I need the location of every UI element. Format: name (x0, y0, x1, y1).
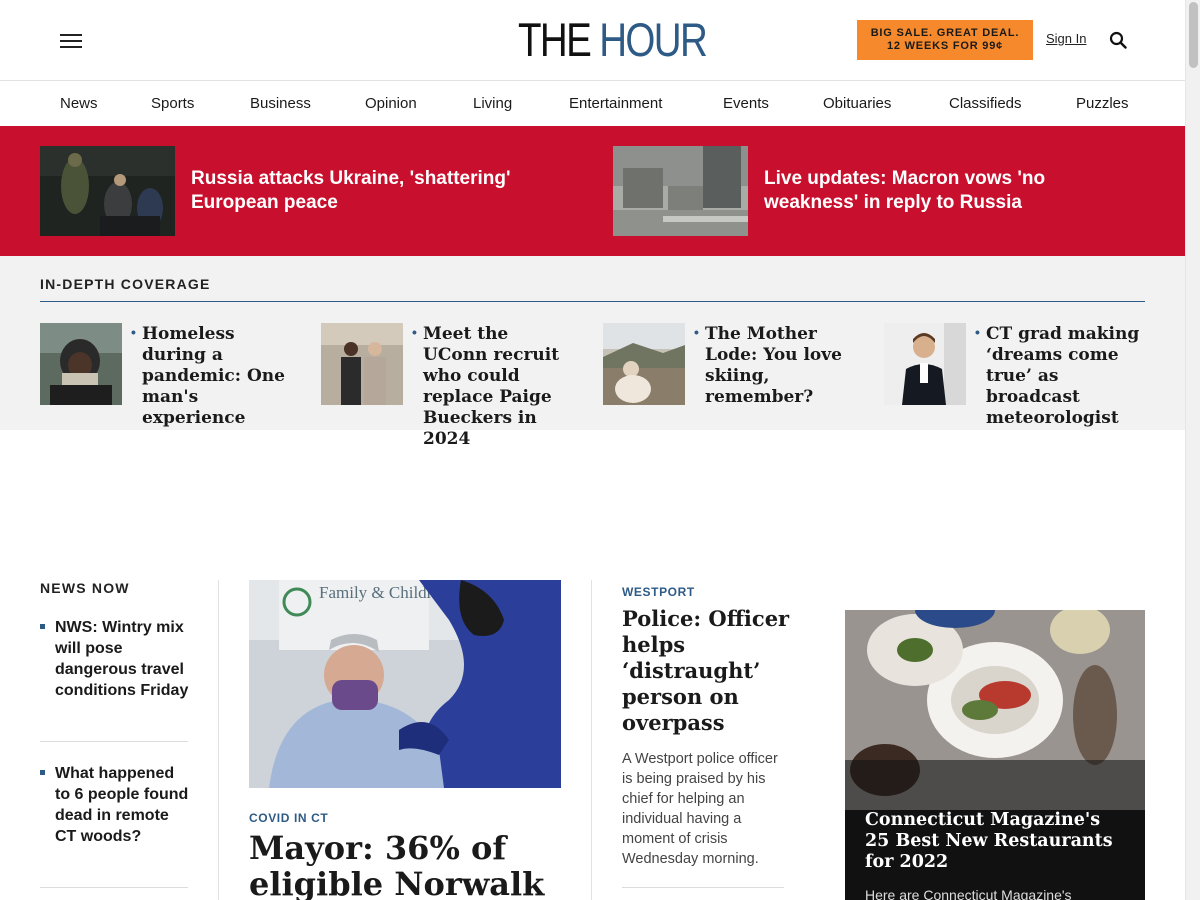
nav-item-puzzles[interactable]: Puzzles (1076, 95, 1129, 112)
in-depth-story-1-title: Homeless during a pandemic: One man's ex… (142, 324, 285, 428)
news-now-item[interactable]: NWS: Wintry mix will pose dangerous trav… (40, 617, 188, 727)
in-depth-story-1-image (40, 323, 122, 405)
nav-item-events[interactable]: Events (723, 95, 769, 112)
site-header: THE HOUR BIG SALE. GREAT DEAL. 12 WEEKS … (0, 0, 1185, 81)
breaking-story-2-image (613, 146, 748, 236)
news-now-item-title: What happened to 6 people found dead in … (55, 765, 189, 845)
ct-magazine-summary: Here are Connecticut Magazine's (865, 887, 1072, 900)
search-icon[interactable] (1109, 31, 1127, 49)
menu-icon[interactable] (60, 34, 82, 48)
news-now-item-title: NWS: Wintry mix will pose dangerous trav… (55, 619, 189, 699)
nav-item-business[interactable]: Business (250, 95, 311, 112)
in-depth-story-3-image (603, 323, 685, 405)
news-now-heading: NEWS NOW (40, 580, 130, 596)
nav-item-obituaries[interactable]: Obituaries (823, 95, 891, 112)
promo-line-2: 12 WEEKS FOR 99¢ (886, 40, 1004, 52)
in-depth-story-2-title: Meet the UConn recruit who could replace… (423, 324, 560, 449)
nav-item-living[interactable]: Living (473, 95, 512, 112)
westport-story-title[interactable]: Police: Officer helps ‘distraught’ perso… (622, 606, 792, 736)
bullet-icon: • (131, 324, 136, 340)
in-depth-story-1[interactable]: • Homeless during a pandemic: One man's … (40, 323, 305, 428)
in-depth-divider (40, 301, 1145, 302)
in-depth-story-4-title: CT grad making ‘dreams come true’ as bro… (986, 324, 1140, 428)
in-depth-story-4-image (884, 323, 966, 405)
bullet-icon (40, 624, 45, 629)
ct-magazine-image (845, 610, 1145, 810)
lead-story-title[interactable]: Mayor: 36% of eligible Norwalk (249, 830, 579, 900)
lead-story-kicker[interactable]: COVID IN CT (249, 811, 328, 825)
news-now-item[interactable]: What happened to 6 people found dead in … (40, 763, 188, 873)
sign-in-link[interactable]: Sign In (1046, 31, 1086, 46)
promo-line-1: BIG SALE. GREAT DEAL. (870, 27, 1020, 39)
westport-story-kicker[interactable]: WESTPORT (622, 585, 695, 599)
breaking-story-1[interactable]: Russia attacks Ukraine, 'shattering' Eur… (40, 146, 560, 236)
page-scrollbar[interactable] (1185, 0, 1200, 900)
nav-item-entertainment[interactable]: Entertainment (569, 95, 662, 112)
nav-item-news[interactable]: News (60, 95, 98, 112)
breaking-story-2-title: Live updates: Macron vows 'no weakness' … (764, 168, 1046, 213)
breaking-story-2[interactable]: Live updates: Macron vows 'no weakness' … (613, 146, 1153, 236)
nav-item-sports[interactable]: Sports (151, 95, 194, 112)
in-depth-story-2[interactable]: • Meet the UConn recruit who could repla… (321, 323, 586, 449)
column-divider (218, 580, 219, 900)
westport-story-summary: A Westport police officer is being prais… (622, 751, 778, 867)
westport-story-divider (622, 887, 784, 888)
in-depth-story-3-title: The Mother Lode: You love skiing, rememb… (705, 324, 842, 407)
logo-the: THE (518, 13, 592, 66)
page: THE HOUR BIG SALE. GREAT DEAL. 12 WEEKS … (0, 0, 1185, 900)
ct-magazine-title: Connecticut Magazine's 25 Best New Resta… (865, 810, 1113, 872)
in-depth-story-4[interactable]: • CT grad making ‘dreams come true’ as b… (884, 323, 1149, 428)
in-depth-coverage: IN-DEPTH COVERAGE • Homeless during a pa… (0, 256, 1185, 449)
lead-story-image[interactable]: Family & Children's (249, 580, 561, 788)
site-logo[interactable]: THE HOUR (518, 13, 708, 66)
main-nav: News Sports Business Opinion Living Ente… (0, 81, 1185, 126)
in-depth-story-3[interactable]: • The Mother Lode: You love skiing, reme… (603, 323, 868, 413)
column-divider (591, 580, 592, 900)
breaking-story-1-image (40, 146, 175, 236)
news-now-divider (40, 887, 188, 888)
bullet-icon: • (694, 324, 699, 340)
logo-hour: HOUR (599, 13, 708, 66)
breaking-story-1-title: Russia attacks Ukraine, 'shattering' Eur… (191, 168, 511, 213)
in-depth-heading: IN-DEPTH COVERAGE (40, 276, 211, 292)
nav-item-classifieds[interactable]: Classifieds (949, 95, 1022, 112)
in-depth-story-2-image (321, 323, 403, 405)
ct-magazine-promo[interactable]: Connecticut Magazine's 25 Best New Resta… (845, 610, 1145, 900)
scrollbar-thumb[interactable] (1189, 2, 1198, 68)
breaking-news-band: Russia attacks Ukraine, 'shattering' Eur… (0, 126, 1185, 256)
news-now-divider (40, 741, 188, 742)
bullet-icon: • (412, 324, 417, 340)
subscribe-promo-button[interactable]: BIG SALE. GREAT DEAL. 12 WEEKS FOR 99¢ (857, 20, 1033, 60)
bullet-icon (40, 770, 45, 775)
nav-item-opinion[interactable]: Opinion (365, 95, 417, 112)
bullet-icon: • (975, 324, 980, 340)
